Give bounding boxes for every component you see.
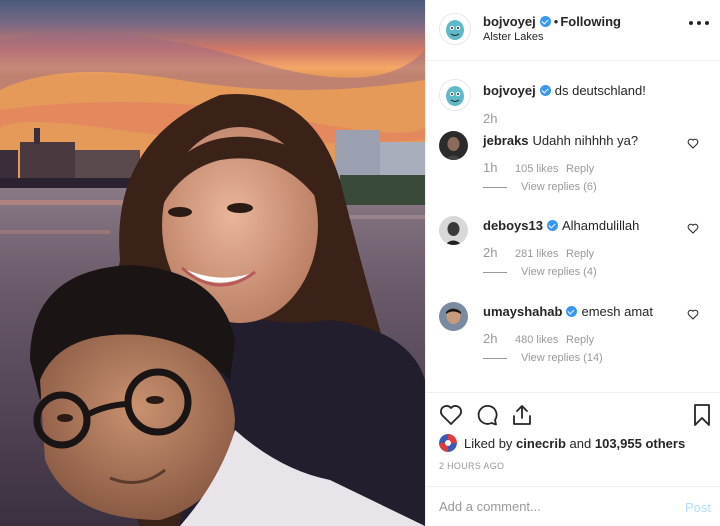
- reply-button[interactable]: Reply: [566, 163, 594, 175]
- comment-username[interactable]: jebraks: [483, 133, 529, 148]
- more-options-icon[interactable]: [689, 19, 709, 27]
- replies-divider: [483, 357, 507, 359]
- comment-body: jebraks Udahh nihhhh ya?: [483, 133, 638, 148]
- reply-button[interactable]: Reply: [566, 334, 594, 346]
- likes-summary[interactable]: Liked by cinecrib and 103,955 others: [439, 434, 685, 452]
- post-view: bojvoyej • Following Alster Lakes bojvoyej…: [0, 0, 720, 526]
- post-button[interactable]: Post: [685, 500, 711, 515]
- comment-text: Alhamdulillah: [561, 218, 640, 233]
- verified-badge-icon: [539, 85, 551, 96]
- post-header: bojvoyej • Following Alster Lakes: [426, 0, 720, 61]
- comment-likes[interactable]: 480 likes: [515, 334, 566, 346]
- commenter-avatar[interactable]: [439, 302, 468, 331]
- first-liker[interactable]: cinecrib: [516, 436, 566, 451]
- caption-username[interactable]: bojvoyej: [483, 83, 536, 98]
- selfie-photo: [0, 0, 425, 526]
- comment-username[interactable]: deboys13: [483, 218, 543, 233]
- view-replies-button[interactable]: View replies (4): [483, 266, 597, 278]
- owner-username[interactable]: bojvoyej: [483, 14, 536, 29]
- comment-text: Udahh nihhhh ya?: [532, 133, 639, 148]
- comment-time[interactable]: 1h: [483, 160, 515, 175]
- avatar-photo: [439, 302, 468, 331]
- post-sidebar: bojvoyej • Following Alster Lakes bojvoyej…: [425, 0, 720, 526]
- replies-divider: [483, 186, 507, 188]
- comment-item: deboys13 Alhamdulillah 2h 281 likes Reply…: [426, 216, 720, 296]
- view-replies-button[interactable]: View replies (6): [483, 181, 597, 193]
- comment-input[interactable]: [439, 499, 659, 514]
- caption-text: ds deutschland!: [554, 83, 646, 98]
- comment-item: umayshahab emesh amat 2h 480 likes Reply …: [426, 302, 720, 382]
- avatar-photo: [439, 131, 468, 160]
- view-replies-label: View replies (6): [521, 181, 597, 193]
- caption-time[interactable]: 2h: [483, 111, 497, 126]
- liker-avatar[interactable]: [439, 434, 457, 452]
- comment-icon[interactable]: [475, 403, 499, 427]
- comment-username[interactable]: umayshahab: [483, 304, 562, 319]
- view-replies-button[interactable]: View replies (14): [483, 352, 603, 364]
- caption: bojvoyej ds deutschland!: [483, 83, 646, 98]
- mascot-avatar-icon: [440, 80, 470, 110]
- liked-by-conjunction: and: [569, 435, 592, 451]
- post-timestamp[interactable]: 2 HOURS AGO: [439, 461, 504, 471]
- owner-avatar[interactable]: [439, 13, 471, 45]
- verified-badge-icon: [546, 220, 558, 231]
- heart-icon[interactable]: [439, 403, 463, 427]
- comment-heart-icon[interactable]: [687, 138, 699, 149]
- post-photo[interactable]: [0, 0, 425, 526]
- comment-body: umayshahab emesh amat: [483, 304, 653, 319]
- comment-meta: 2h 281 likes Reply: [483, 245, 594, 260]
- action-bar: [426, 392, 720, 434]
- header-title-row: bojvoyej • Following: [483, 14, 621, 29]
- cinecrib-logo-icon: [439, 434, 457, 452]
- comment-meta: 2h 480 likes Reply: [483, 331, 594, 346]
- add-comment-bar: Post: [426, 486, 720, 526]
- bookmark-icon[interactable]: [690, 403, 714, 427]
- comment-body: deboys13 Alhamdulillah: [483, 218, 639, 233]
- caption-avatar[interactable]: [439, 79, 471, 111]
- commenter-avatar[interactable]: [439, 131, 468, 160]
- comment-heart-icon[interactable]: [687, 223, 699, 234]
- verified-badge-icon: [566, 306, 578, 317]
- comment-likes[interactable]: 105 likes: [515, 163, 566, 175]
- comment-heart-icon[interactable]: [687, 309, 699, 320]
- comment-likes[interactable]: 281 likes: [515, 248, 566, 260]
- reply-button[interactable]: Reply: [566, 248, 594, 260]
- view-replies-label: View replies (4): [521, 266, 597, 278]
- verified-badge-icon: [539, 16, 551, 27]
- following-button[interactable]: Following: [560, 14, 621, 29]
- others-count[interactable]: 103,955 others: [595, 436, 685, 451]
- comment-item: jebraks Udahh nihhhh ya? 1h 105 likes Rep…: [426, 131, 720, 211]
- comment-time[interactable]: 2h: [483, 245, 515, 260]
- mascot-avatar-icon: [440, 14, 470, 44]
- commenter-avatar[interactable]: [439, 216, 468, 245]
- replies-divider: [483, 271, 507, 273]
- comment-meta: 1h 105 likes Reply: [483, 160, 594, 175]
- liked-by-prefix: Liked by: [464, 435, 513, 451]
- comment-time[interactable]: 2h: [483, 331, 515, 346]
- header-separator: •: [553, 14, 559, 29]
- view-replies-label: View replies (14): [521, 352, 603, 364]
- comment-text: emesh amat: [581, 304, 654, 319]
- location-link[interactable]: Alster Lakes: [483, 31, 544, 43]
- share-icon[interactable]: [510, 403, 534, 427]
- avatar-photo: [439, 216, 468, 245]
